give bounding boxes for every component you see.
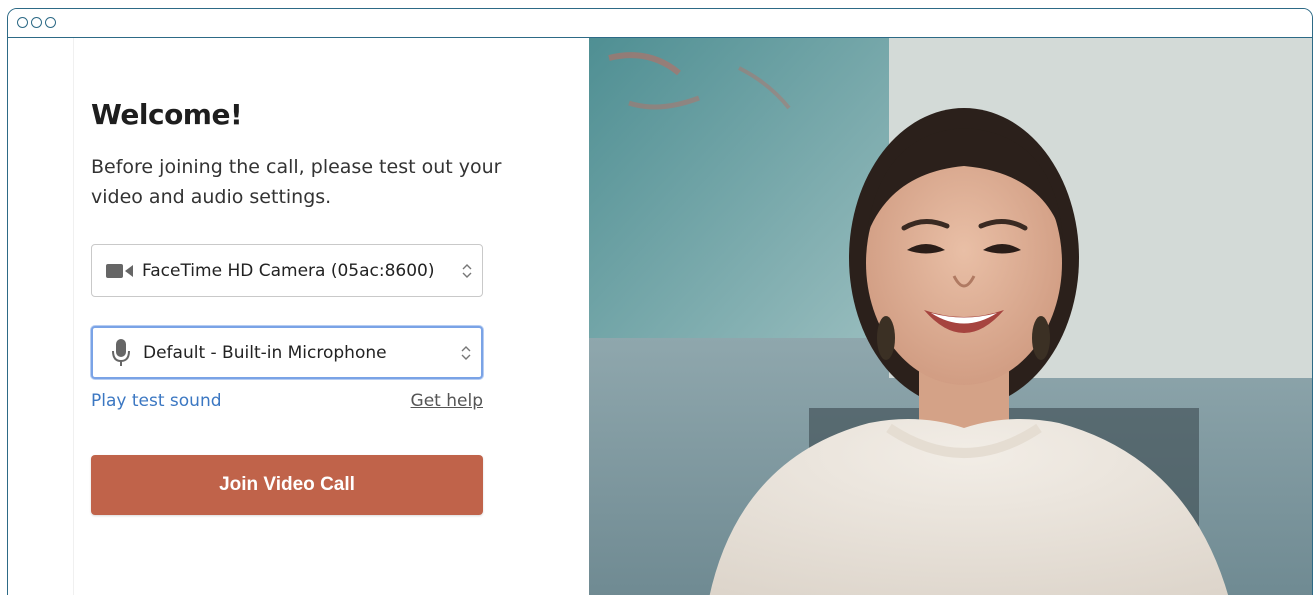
- window-content: Welcome! Before joining the call, please…: [8, 38, 1312, 595]
- page-title: Welcome!: [91, 98, 243, 131]
- page-subtitle: Before joining the call, please test out…: [91, 156, 502, 208]
- chevron-updown-icon: [451, 344, 481, 362]
- camera-preview-image: [589, 38, 1312, 595]
- left-gutter: [8, 38, 73, 595]
- microphone-icon: [99, 338, 143, 368]
- window-controls: [17, 17, 56, 28]
- window-titlebar: [8, 9, 1312, 38]
- app-window: Welcome! Before joining the call, please…: [7, 8, 1313, 595]
- join-video-call-button[interactable]: Join Video Call: [91, 455, 483, 515]
- helper-links: Play test sound Get help: [91, 391, 483, 417]
- camera-select-value: FaceTime HD Camera (05ac:8600): [142, 260, 435, 281]
- window-maximize-dot-icon[interactable]: [45, 17, 56, 28]
- window-minimize-dot-icon[interactable]: [31, 17, 42, 28]
- microphone-select[interactable]: Default - Built-in Microphone: [91, 326, 483, 379]
- microphone-select-value: Default - Built-in Microphone: [143, 342, 387, 363]
- get-help-link[interactable]: Get help: [411, 391, 483, 411]
- chevron-updown-icon: [452, 262, 482, 280]
- play-test-sound-link[interactable]: Play test sound: [91, 391, 222, 411]
- camera-select[interactable]: FaceTime HD Camera (05ac:8600): [91, 244, 483, 297]
- camera-preview: [589, 38, 1312, 595]
- window-close-dot-icon[interactable]: [17, 17, 28, 28]
- video-camera-icon: [98, 262, 142, 280]
- prejoin-panel: Welcome! Before joining the call, please…: [74, 38, 589, 595]
